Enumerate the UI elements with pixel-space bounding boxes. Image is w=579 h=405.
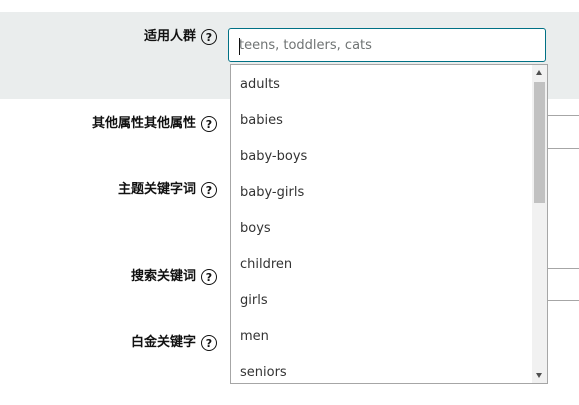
platinum-keywords-input-edge[interactable] xyxy=(548,300,579,301)
scroll-down-arrow-icon[interactable] xyxy=(536,373,542,378)
field-label-search-terms: 搜索关键词 xyxy=(130,269,196,284)
help-icon[interactable]: ? xyxy=(201,116,217,132)
scrollbar-thumb[interactable] xyxy=(534,82,545,203)
field-label-other-attributes: 其他属性其他属性 xyxy=(91,116,196,131)
help-icon[interactable]: ? xyxy=(201,29,217,45)
help-icon[interactable]: ? xyxy=(201,335,217,351)
text-cursor xyxy=(239,38,240,55)
suggestion-option-baby-boys[interactable]: baby-boys xyxy=(240,149,307,165)
suggestion-option-adults[interactable]: adults xyxy=(240,77,280,93)
suggestion-option-seniors[interactable]: seniors xyxy=(240,365,287,381)
suggestion-option-baby-girls[interactable]: baby-girls xyxy=(240,185,304,201)
suggestion-option-men[interactable]: men xyxy=(240,329,269,345)
scroll-up-arrow-icon[interactable] xyxy=(536,70,542,75)
other-attributes-input-edge[interactable] xyxy=(548,115,579,116)
target-audience-input-box[interactable] xyxy=(228,28,546,62)
suggestion-dropdown: adults babies baby-boys baby-girls boys … xyxy=(230,64,548,384)
help-icon[interactable]: ? xyxy=(201,182,217,198)
field-label-target-audience: 适用人群 xyxy=(143,29,196,44)
suggestion-option-children[interactable]: children xyxy=(240,257,292,273)
field-label-subject-keywords: 主题关键字词 xyxy=(117,182,196,197)
subject-keywords-input-edge[interactable] xyxy=(548,148,579,149)
help-icon[interactable]: ? xyxy=(201,269,217,285)
suggestion-option-girls[interactable]: girls xyxy=(240,293,268,309)
target-audience-input[interactable] xyxy=(229,29,545,61)
suggestion-option-boys[interactable]: boys xyxy=(240,221,271,237)
search-terms-input-edge[interactable] xyxy=(548,268,579,269)
suggestion-option-babies[interactable]: babies xyxy=(240,113,283,129)
field-label-platinum-keywords: 白金关键字 xyxy=(130,335,196,350)
